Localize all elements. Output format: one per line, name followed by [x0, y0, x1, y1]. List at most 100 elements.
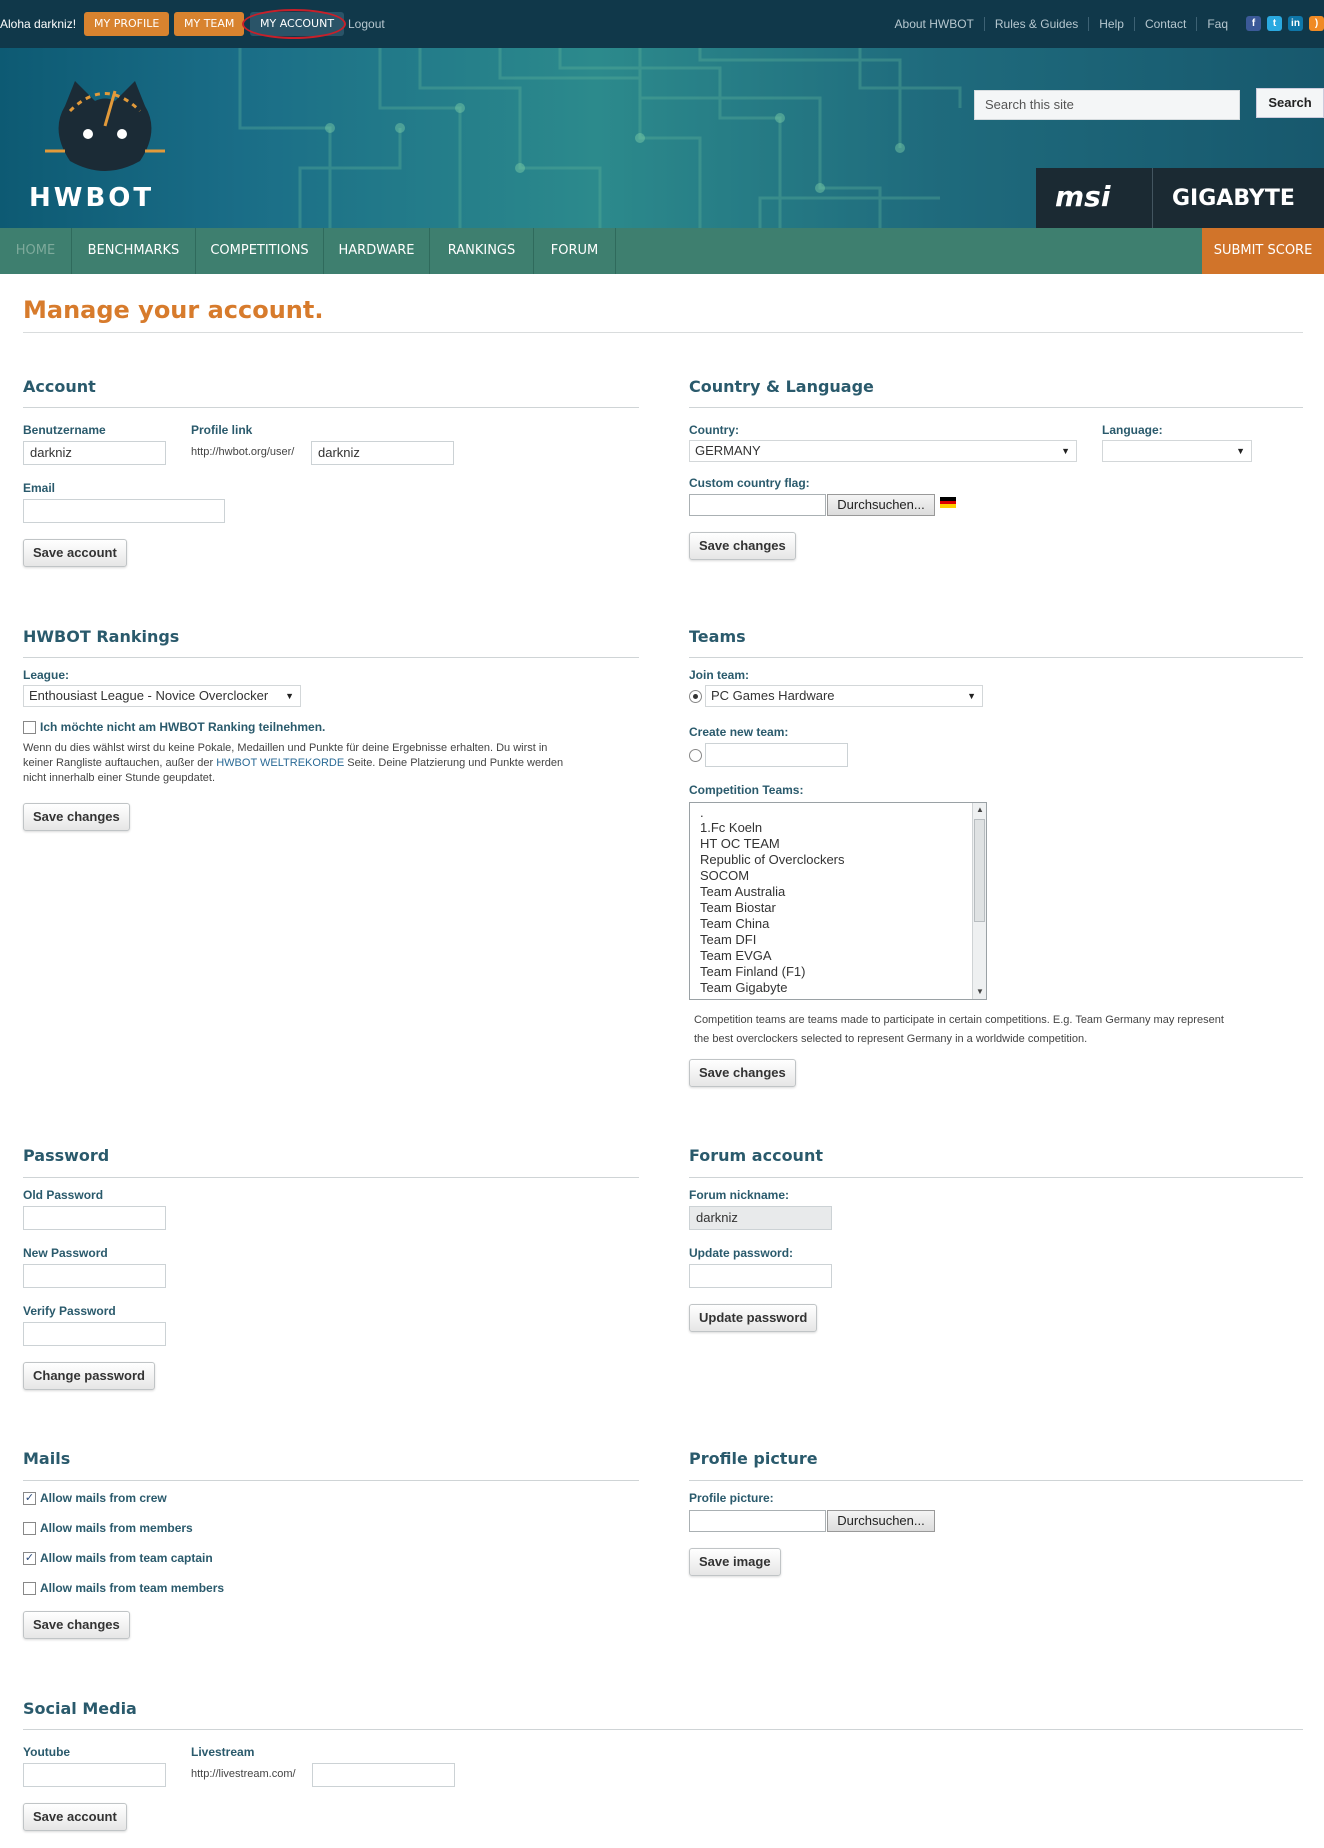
ranking-optout-checkbox[interactable] [23, 721, 36, 734]
help-link[interactable]: Help [1088, 17, 1134, 31]
join-team-select[interactable]: PC Games Hardware ▼ [705, 685, 983, 707]
list-item[interactable]: Team China [700, 916, 769, 931]
allow-crew-checkbox[interactable]: ✓ [23, 1492, 36, 1505]
country-select[interactable]: GERMANY ▼ [689, 440, 1077, 462]
greeting-text: Aloha darkniz! [0, 17, 77, 31]
nav-hardware[interactable]: HARDWARE [324, 228, 430, 274]
list-item[interactable]: Team Finland (F1) [700, 964, 805, 979]
list-item[interactable]: Team Biostar [700, 900, 776, 915]
logout-link[interactable]: Logout [348, 17, 385, 31]
save-teams-button[interactable]: Save changes [689, 1059, 796, 1087]
page-title: Manage your account. [23, 296, 324, 324]
save-rankings-button[interactable]: Save changes [23, 803, 130, 831]
hwbot-logo-text[interactable]: HWBOT [29, 183, 154, 213]
save-mails-button[interactable]: Save changes [23, 1611, 130, 1639]
league-select[interactable]: Enthousiast League - Novice Overclocker ▼ [23, 685, 301, 707]
ranking-optout-note: Wenn du dies wählst wirst du keine Pokal… [23, 741, 643, 786]
competition-teams-label: Competition Teams: [689, 783, 804, 797]
custom-flag-file-input[interactable] [689, 494, 826, 516]
faq-link[interactable]: Faq [1196, 17, 1238, 31]
language-select[interactable]: ▼ [1102, 440, 1252, 462]
profile-picture-file-input[interactable] [689, 1510, 826, 1532]
scroll-down-icon[interactable]: ▼ [973, 985, 986, 999]
list-item[interactable]: HT OC TEAM [700, 836, 780, 851]
mails-section-title: Mails [23, 1449, 71, 1468]
msi-logo[interactable]: msi [1055, 180, 1110, 213]
country-label: Country: [689, 423, 739, 437]
nav-home[interactable]: HOME [0, 228, 72, 274]
listbox-scrollbar[interactable]: ▲ ▼ [972, 803, 986, 999]
search-input[interactable]: Search this site [974, 90, 1240, 120]
update-password-button[interactable]: Update password [689, 1304, 818, 1332]
chevron-down-icon: ▼ [1236, 446, 1245, 456]
contact-link[interactable]: Contact [1133, 17, 1196, 31]
search-button[interactable]: Search [1256, 88, 1324, 118]
username-input[interactable]: darkniz [23, 441, 166, 465]
twitter-icon[interactable]: t [1267, 16, 1282, 31]
nav-benchmarks[interactable]: BENCHMARKS [72, 228, 196, 274]
linkedin-icon[interactable]: in [1288, 16, 1303, 31]
list-item[interactable]: Team DFI [700, 932, 756, 947]
competition-note-line-2: the best overclockers selected to repres… [694, 1033, 1088, 1045]
submit-score-button[interactable]: SUBMIT SCORE [1202, 228, 1324, 274]
allow-captain-label: Allow mails from team captain [40, 1551, 213, 1565]
email-input[interactable] [23, 499, 225, 523]
teams-divider [689, 657, 1303, 658]
list-item[interactable]: Team EVGA [700, 948, 772, 963]
save-country-button[interactable]: Save changes [689, 532, 796, 560]
custom-flag-browse-button[interactable]: Durchsuchen... [827, 494, 935, 516]
save-account-button[interactable]: Save account [23, 539, 127, 567]
custom-flag-label: Custom country flag: [689, 476, 810, 490]
about-link[interactable]: About HWBOT [885, 17, 984, 31]
save-image-button[interactable]: Save image [689, 1548, 781, 1576]
my-profile-button[interactable]: MY PROFILE [84, 12, 170, 36]
country-section-title: Country & Language [689, 377, 874, 396]
nav-forum[interactable]: FORUM [534, 228, 616, 274]
create-team-radio[interactable] [689, 749, 702, 762]
create-team-input[interactable] [705, 743, 848, 767]
livestream-input[interactable] [312, 1763, 455, 1787]
verify-password-input[interactable] [23, 1322, 166, 1346]
allow-captain-checkbox[interactable]: ✓ [23, 1552, 36, 1565]
forum-nickname-input: darkniz [689, 1206, 832, 1230]
hwbot-cat-logo [45, 81, 165, 171]
world-records-link[interactable]: HWBOT WELTREKORDE [216, 757, 344, 769]
country-select-value: GERMANY [695, 443, 761, 458]
facebook-icon[interactable]: f [1246, 16, 1261, 31]
old-password-input[interactable] [23, 1206, 166, 1230]
youtube-label: Youtube [23, 1745, 71, 1759]
profile-link-input[interactable]: darkniz [311, 441, 454, 465]
new-password-input[interactable] [23, 1264, 166, 1288]
list-item[interactable]: SOCOM [700, 868, 749, 883]
profile-picture-browse-button[interactable]: Durchsuchen... [827, 1510, 935, 1532]
verify-password-label: Verify Password [23, 1304, 116, 1318]
german-flag-icon [940, 497, 956, 508]
rules-link[interactable]: Rules & Guides [983, 17, 1088, 31]
nav-competitions[interactable]: COMPETITIONS [196, 228, 324, 274]
rss-icon[interactable]: ) [1309, 16, 1324, 31]
livestream-prefix: http://livestream.com/ [191, 1768, 296, 1780]
allow-members-checkbox[interactable] [23, 1522, 36, 1535]
main-nav: HOME BENCHMARKS COMPETITIONS HARDWARE RA… [0, 228, 1324, 274]
list-item[interactable]: . [700, 805, 704, 820]
old-password-label: Old Password [23, 1188, 104, 1202]
scroll-up-icon[interactable]: ▲ [973, 803, 986, 817]
my-team-button[interactable]: MY TEAM [174, 12, 245, 36]
competition-note-line-1: Competition teams are teams made to part… [694, 1014, 1224, 1026]
list-item[interactable]: 1.Fc Koeln [700, 820, 762, 835]
join-team-radio[interactable] [689, 690, 702, 703]
change-password-button[interactable]: Change password [23, 1362, 155, 1390]
forum-password-input[interactable] [689, 1264, 832, 1288]
list-item[interactable]: Team Australia [700, 884, 785, 899]
nav-rankings[interactable]: RANKINGS [430, 228, 534, 274]
competition-teams-listbox[interactable]: . 1.Fc Koeln HT OC TEAM Republic of Over… [689, 802, 987, 1000]
scroll-thumb[interactable] [974, 819, 985, 922]
youtube-input[interactable] [23, 1763, 166, 1787]
ranking-note-line-2-post: Seite. Deine Platzierung und Punkte werd… [347, 757, 564, 769]
list-item[interactable]: Team Gigabyte [700, 980, 787, 995]
gigabyte-logo[interactable]: GIGABYTE [1172, 186, 1295, 211]
save-social-button[interactable]: Save account [23, 1803, 127, 1831]
list-item[interactable]: Republic of Overclockers [700, 852, 845, 867]
allow-team-members-checkbox[interactable] [23, 1582, 36, 1595]
forum-nickname-label: Forum nickname: [689, 1188, 790, 1202]
